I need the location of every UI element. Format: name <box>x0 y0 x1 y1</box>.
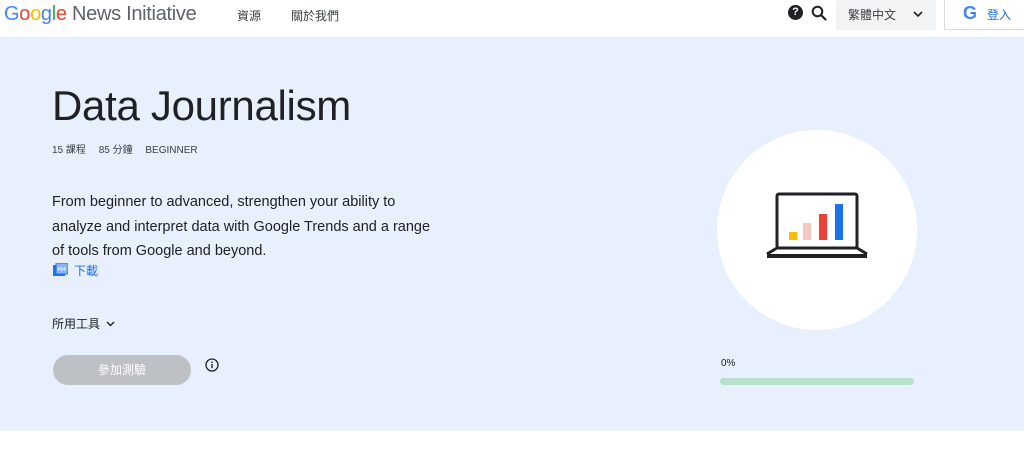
tools-label: 所用工具 <box>52 317 101 331</box>
course-illustration <box>717 130 917 330</box>
info-icon[interactable] <box>205 358 219 372</box>
sign-in-button[interactable]: G 登入 <box>944 0 1024 30</box>
progress-percentage: 0% <box>721 358 736 369</box>
take-quiz-button[interactable]: 參加測驗 <box>53 355 191 385</box>
chevron-down-icon <box>106 321 115 327</box>
pdf-icon: PDF <box>53 263 68 276</box>
logo-brand: Google <box>4 3 67 25</box>
progress-bar <box>720 378 914 385</box>
svg-text:PDF: PDF <box>58 267 67 272</box>
course-meta: 15 課程 85 分鐘 BEGINNER <box>52 141 208 156</box>
sign-in-label: 登入 <box>987 8 1012 22</box>
language-select[interactable]: 繁體中文 <box>836 0 936 30</box>
language-label: 繁體中文 <box>848 8 897 22</box>
tools-dropdown[interactable]: 所用工具 <box>52 315 116 332</box>
google-g-icon: G <box>963 3 978 23</box>
nav-link-about-us[interactable]: 關於我們 <box>291 7 339 24</box>
nav-link-resources[interactable]: 資源 <box>237 7 261 24</box>
chevron-down-icon <box>913 11 923 18</box>
download-label: 下載 <box>74 264 99 278</box>
course-description: From beginner to advanced, strengthen yo… <box>52 194 431 259</box>
lesson-count: 15 課程 <box>52 145 86 156</box>
course-duration: 85 分鐘 <box>98 145 133 156</box>
logo-text: News Initiative <box>72 3 197 25</box>
course-level: BEGINNER <box>145 145 198 156</box>
search-icon[interactable] <box>810 4 828 22</box>
laptop-chart-icon <box>766 192 868 258</box>
course-title: Data Journalism <box>52 82 351 129</box>
question-circle-icon[interactable]: ? <box>788 5 803 20</box>
course-hero: Data Journalism 15 課程 85 分鐘 BEGINNER Fro… <box>0 38 1024 431</box>
google-news-initiative-logo[interactable]: Google News Initiative <box>4 3 197 26</box>
top-navigation-bar: Google News Initiative 資源 關於我們 ? 繁體中文 G … <box>0 0 1024 38</box>
